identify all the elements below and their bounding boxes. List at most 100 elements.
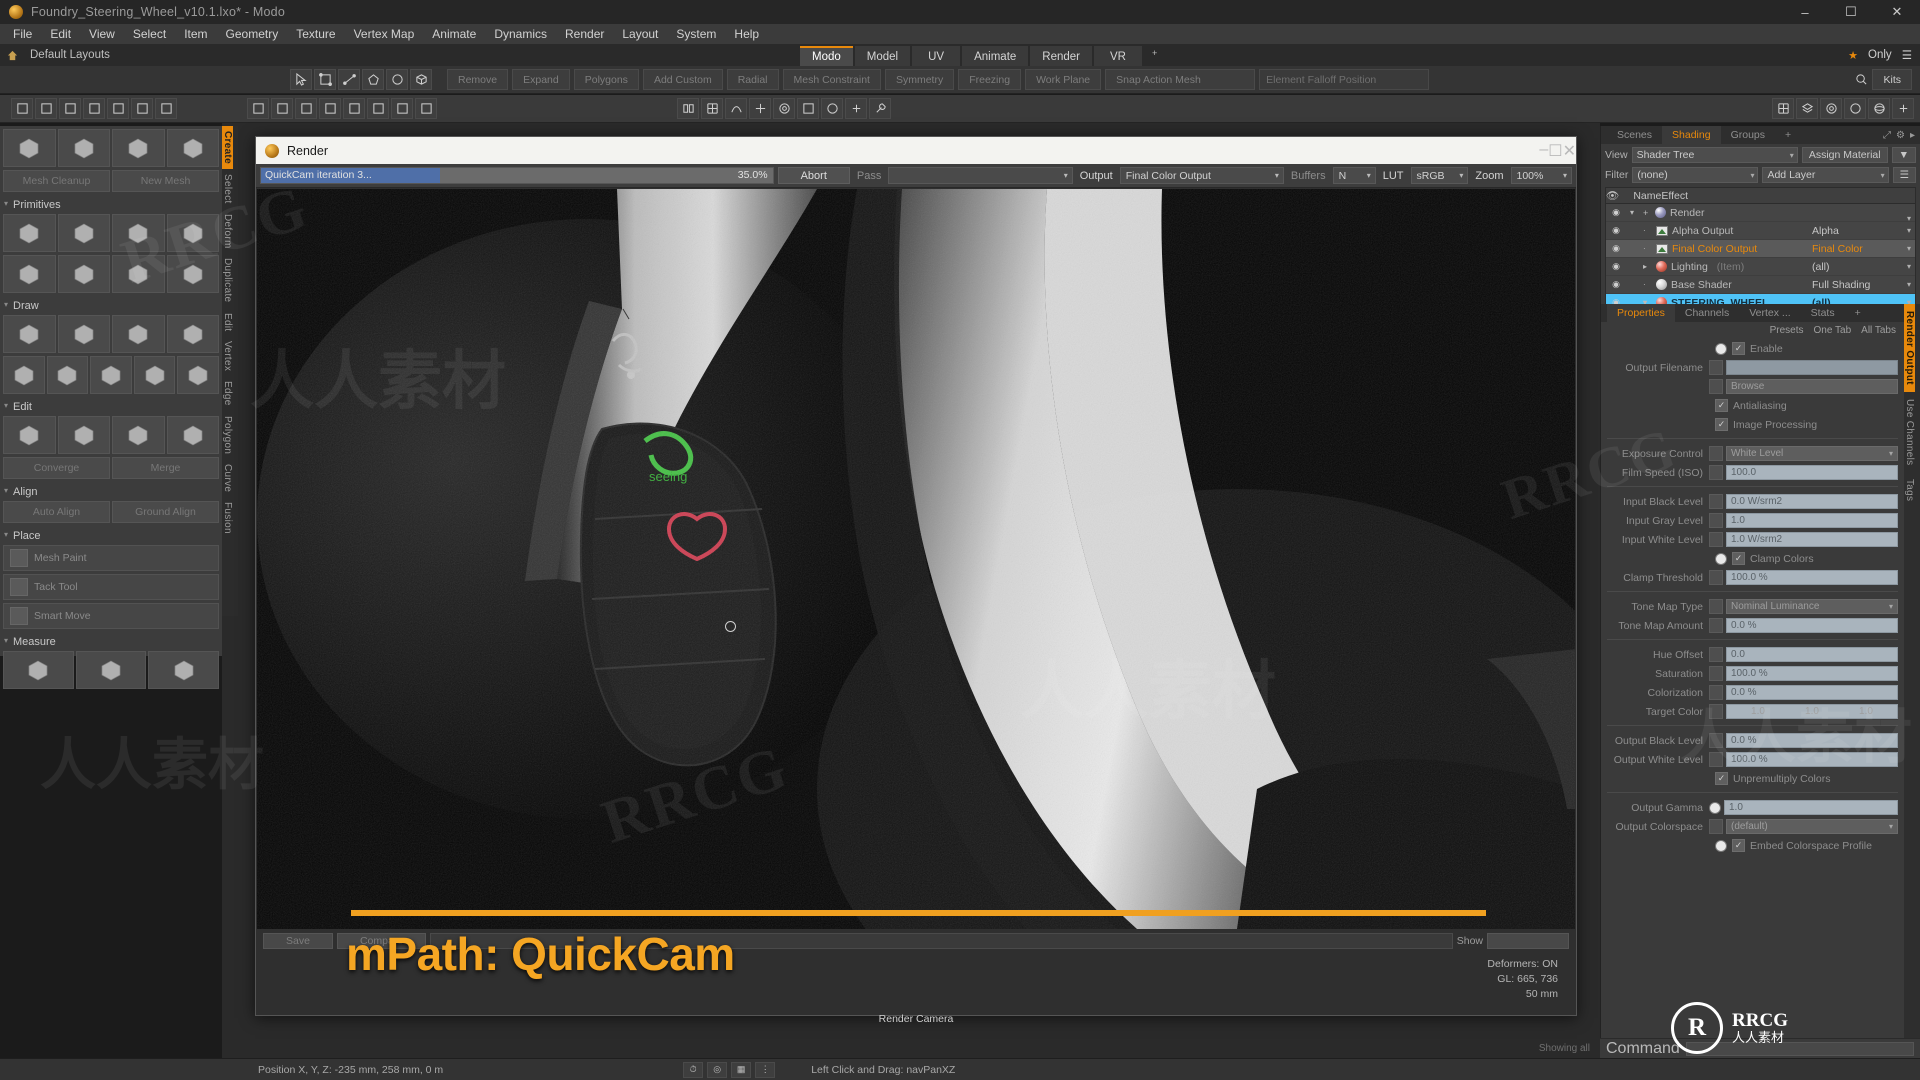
- property-tab-render-output[interactable]: Render Output: [1904, 304, 1915, 392]
- left-tab-fusion[interactable]: Fusion: [222, 497, 233, 539]
- property-toggle[interactable]: [1709, 446, 1723, 461]
- property-value[interactable]: 100.0: [1726, 465, 1898, 480]
- properties-tab-vertex[interactable]: Vertex ...: [1739, 304, 1800, 322]
- vp-plus-icon[interactable]: [845, 98, 867, 119]
- property-toggle[interactable]: [1709, 618, 1723, 633]
- view-dropdown[interactable]: Shader Tree: [1631, 147, 1798, 163]
- toolbar-polygons[interactable]: Polygons: [573, 69, 639, 90]
- option-radio[interactable]: [1715, 839, 1727, 852]
- property-toggle[interactable]: [1709, 570, 1723, 585]
- properties-tab-stats[interactable]: Stats: [1801, 304, 1845, 322]
- button-auto-align[interactable]: Auto Align: [3, 501, 110, 523]
- left-tab-deform[interactable]: Deform: [222, 209, 233, 254]
- select-item-icon[interactable]: [410, 69, 432, 90]
- tube-icon[interactable]: [112, 255, 165, 293]
- item-smart-move[interactable]: Smart Move: [3, 603, 219, 629]
- tab-model[interactable]: Model: [854, 46, 911, 66]
- checkbox[interactable]: ✓: [1715, 399, 1728, 412]
- tab-render[interactable]: Render: [1030, 46, 1093, 66]
- vp-list-icon[interactable]: [1772, 98, 1794, 119]
- property-toggle[interactable]: [1709, 379, 1723, 394]
- vp-preview-icon[interactable]: [155, 98, 177, 119]
- property-tab-use-channels[interactable]: Use Channels: [1904, 392, 1915, 472]
- grid-icon[interactable]: ▦: [731, 1061, 752, 1078]
- vp-scale-icon[interactable]: [295, 98, 317, 119]
- vp-snap-icon[interactable]: [749, 98, 771, 119]
- expander-icon[interactable]: ▾: [1630, 208, 1639, 217]
- vp-undo-icon[interactable]: [83, 98, 105, 119]
- tab-vr[interactable]: VR: [1094, 46, 1143, 66]
- torus-icon[interactable]: [3, 255, 56, 293]
- gear-icon[interactable]: ⚙: [1896, 130, 1905, 141]
- toolbar-radial[interactable]: Radial: [726, 69, 779, 90]
- shader-tree-row[interactable]: ◉ · Alpha Output Alpha: [1606, 222, 1915, 240]
- tab-animate[interactable]: Animate: [962, 46, 1029, 66]
- property-value[interactable]: 0.0 %: [1726, 618, 1898, 633]
- option-radio[interactable]: [1715, 552, 1727, 565]
- vp-falloff-icon[interactable]: [773, 98, 795, 119]
- menu-item-help[interactable]: Help: [725, 24, 768, 44]
- property-toggle[interactable]: [1709, 819, 1723, 834]
- checkbox[interactable]: ✓: [1732, 839, 1745, 852]
- shader-tree-row[interactable]: ◉ · Final Color Output Final Color: [1606, 240, 1915, 258]
- vp-book-icon[interactable]: [677, 98, 699, 119]
- section-primitives[interactable]: Primitives: [3, 195, 219, 214]
- property-value-component[interactable]: 1.0: [1839, 706, 1893, 717]
- vp-rotate-icon[interactable]: [271, 98, 293, 119]
- save-button[interactable]: Save: [263, 933, 333, 949]
- toolbar-element-falloff-position[interactable]: Element Falloff Position: [1259, 69, 1430, 90]
- list-options-icon[interactable]: ☰: [1892, 167, 1917, 183]
- property-toggle[interactable]: [1709, 513, 1723, 528]
- vp-center-icon[interactable]: [343, 98, 365, 119]
- vp-add-icon[interactable]: [391, 98, 413, 119]
- menu-item-system[interactable]: System: [667, 24, 725, 44]
- create-volume-icon[interactable]: [112, 129, 165, 167]
- text-icon[interactable]: [166, 255, 219, 293]
- shader-tree-effect[interactable]: (all): [1807, 261, 1915, 273]
- property-value-component[interactable]: 1.0: [1731, 706, 1785, 717]
- property-value[interactable]: 1.0 1.0 1.0: [1726, 704, 1898, 719]
- toolbar-freezing[interactable]: Freezing: [958, 69, 1022, 90]
- add-icon[interactable]: +: [1643, 208, 1651, 218]
- property-value[interactable]: Browse: [1726, 379, 1898, 394]
- render-minimize-button[interactable]: –: [1539, 141, 1548, 161]
- menu-item-file[interactable]: File: [4, 24, 41, 44]
- property-toggle[interactable]: [1709, 494, 1723, 509]
- item-tack-tool[interactable]: Tack Tool: [3, 574, 219, 600]
- plane-icon[interactable]: [57, 315, 110, 353]
- pen-icon[interactable]: [3, 315, 56, 353]
- property-value[interactable]: White Level: [1726, 446, 1898, 461]
- filter-dropdown[interactable]: (none): [1632, 167, 1759, 183]
- vp-redo-icon[interactable]: [107, 98, 129, 119]
- vp-transform-icon[interactable]: [319, 98, 341, 119]
- render-image-area[interactable]: seeing: [257, 189, 1575, 929]
- checkbox[interactable]: ✓: [1715, 772, 1728, 785]
- output-dropdown[interactable]: Final Color Output: [1119, 167, 1284, 184]
- left-tab-duplicate[interactable]: Duplicate: [222, 253, 233, 307]
- property-toggle[interactable]: [1709, 647, 1723, 662]
- cone-icon[interactable]: [166, 214, 219, 252]
- loop-icon[interactable]: [133, 356, 176, 394]
- checkbox[interactable]: ✓: [1715, 418, 1728, 431]
- select-arrow-icon[interactable]: [290, 69, 312, 90]
- curve-icon[interactable]: [3, 356, 45, 394]
- tab-modo[interactable]: Modo: [800, 46, 853, 66]
- property-value[interactable]: Nominal Luminance: [1726, 599, 1898, 614]
- toolbar-work-plane[interactable]: Work Plane: [1025, 69, 1102, 90]
- button-converge[interactable]: Converge: [3, 457, 110, 479]
- pass-dropdown[interactable]: [888, 167, 1073, 184]
- bevel-icon[interactable]: [112, 416, 165, 454]
- button-mesh-cleanup[interactable]: Mesh Cleanup: [3, 170, 110, 192]
- close-button[interactable]: ✕: [1874, 0, 1920, 24]
- property-radio[interactable]: [1709, 801, 1721, 814]
- menu-item-geometry[interactable]: Geometry: [217, 24, 288, 44]
- axis-icon[interactable]: ⋮: [755, 1061, 776, 1078]
- capsule-icon[interactable]: [112, 214, 165, 252]
- menu-item-select[interactable]: Select: [124, 24, 175, 44]
- tab-uv[interactable]: UV: [912, 46, 961, 66]
- property-value[interactable]: 0.0 W/srm2: [1726, 494, 1898, 509]
- select-edge-icon[interactable]: [338, 69, 360, 90]
- vp-settings-icon[interactable]: [1868, 98, 1890, 119]
- vp-grid-icon[interactable]: [701, 98, 723, 119]
- property-value[interactable]: 0.0 %: [1726, 685, 1898, 700]
